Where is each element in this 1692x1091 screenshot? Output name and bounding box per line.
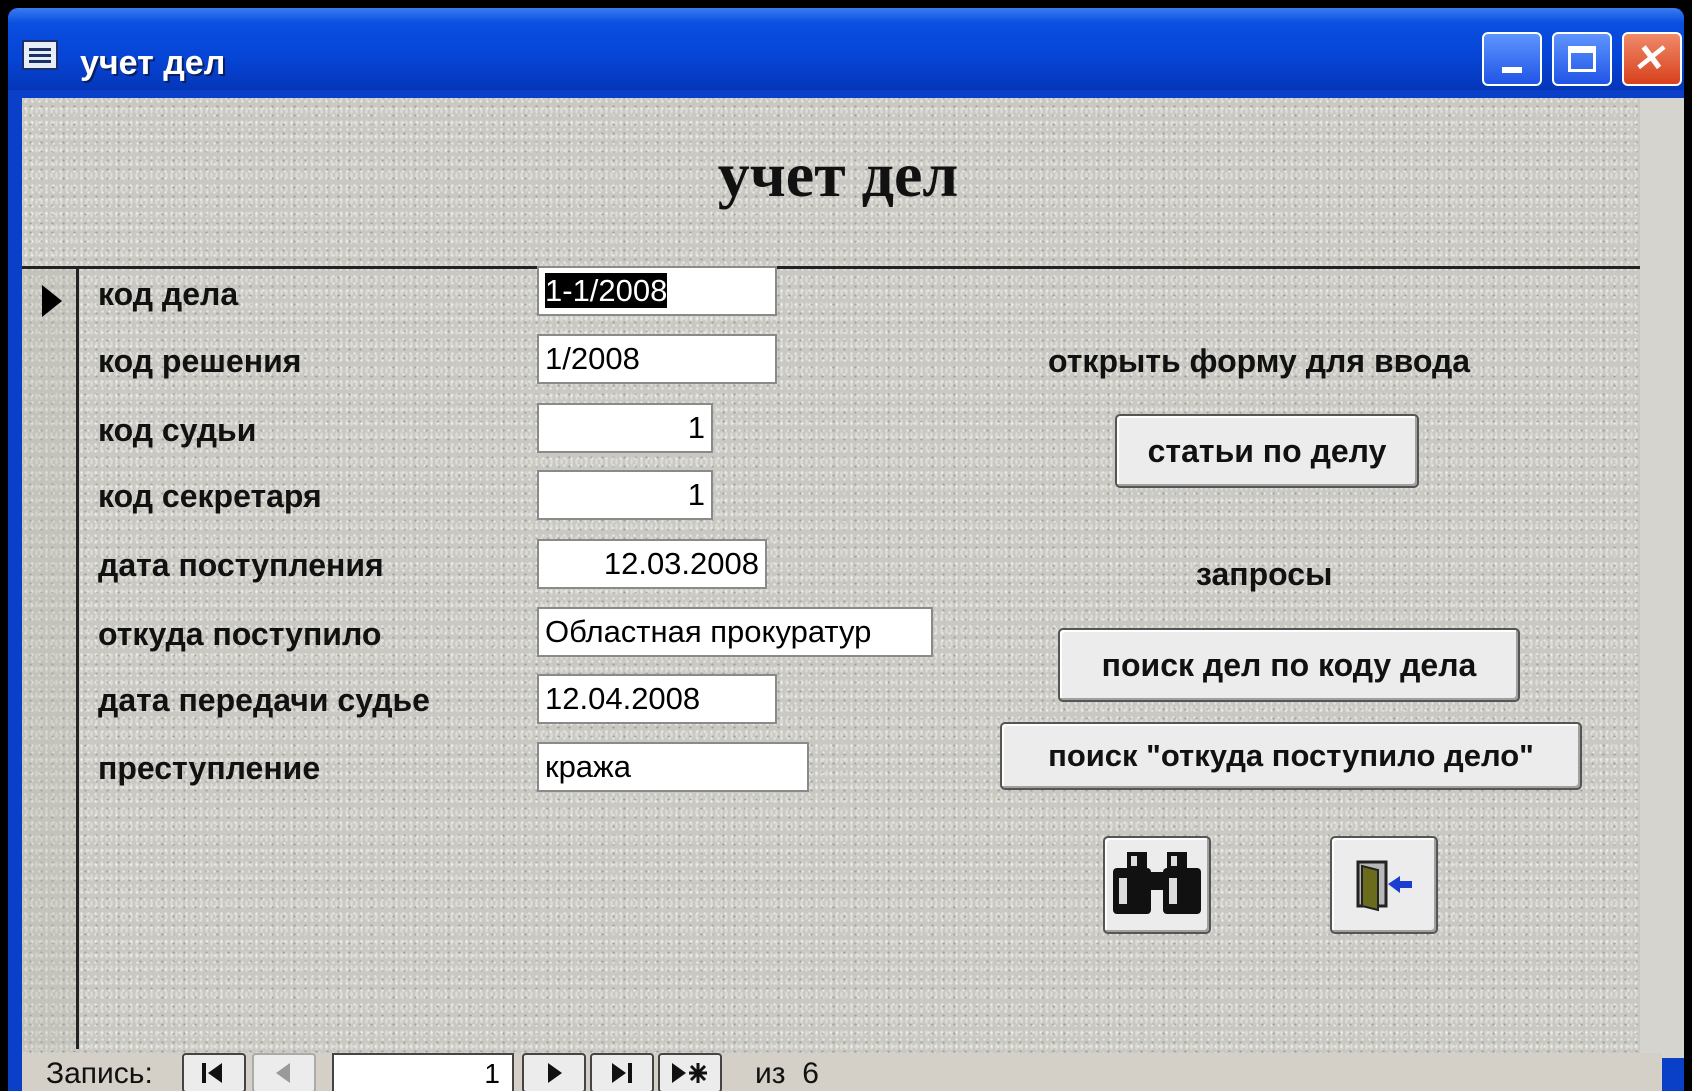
queries-caption: запросы — [1196, 556, 1333, 592]
decision-code-field[interactable]: 1/2008 — [537, 334, 777, 384]
label-source: откуда поступило — [98, 616, 382, 652]
label-case-code: код дела — [98, 276, 239, 312]
last-record-icon — [612, 1063, 632, 1083]
first-record-icon — [202, 1063, 222, 1083]
maximize-icon — [1568, 46, 1596, 72]
exit-button[interactable] — [1330, 836, 1438, 934]
find-button[interactable] — [1103, 836, 1211, 934]
receipt-date-field[interactable]: 12.03.2008 — [537, 539, 767, 589]
label-decision-code: код решения — [98, 343, 302, 379]
record-count: из 6 — [755, 1057, 819, 1091]
new-record-button[interactable] — [658, 1053, 722, 1091]
current-record-arrow-icon — [42, 285, 62, 317]
search-source-button[interactable]: поиск "откуда поступило дело" — [1000, 722, 1582, 790]
binoculars-icon — [1113, 852, 1201, 914]
last-record-button[interactable] — [590, 1053, 654, 1091]
transfer-date-field[interactable]: 12.04.2008 — [537, 674, 777, 724]
secretary-code-field[interactable]: 1 — [537, 470, 713, 520]
minimize-button[interactable] — [1482, 32, 1542, 86]
maximize-button[interactable] — [1552, 32, 1612, 86]
articles-button[interactable]: статьи по делу — [1115, 414, 1419, 488]
label-crime: преступление — [98, 750, 321, 786]
window-title: учет дел — [80, 44, 226, 82]
form-area: учет дел код дела код решения код судьи … — [22, 98, 1684, 1091]
form-margin — [1640, 98, 1684, 1058]
next-record-icon — [548, 1063, 562, 1083]
first-record-button[interactable] — [182, 1053, 246, 1091]
minimize-icon — [1502, 67, 1522, 73]
of-label: из — [755, 1057, 786, 1090]
search-by-code-button[interactable]: поиск дел по коду дела — [1058, 628, 1520, 702]
current-record-field[interactable]: 1 — [332, 1053, 514, 1091]
case-code-field[interactable]: 1-1/2008 — [537, 266, 777, 316]
title-bar[interactable]: учет дел ✕ — [8, 8, 1684, 90]
previous-record-icon — [276, 1063, 290, 1083]
label-transfer-date: дата передачи судье — [98, 682, 430, 718]
case-code-value: 1-1/2008 — [545, 273, 668, 308]
record-selector-bar[interactable] — [22, 269, 79, 1049]
open-form-caption: открыть форму для ввода — [1048, 343, 1471, 379]
record-label: Запись: — [46, 1057, 153, 1090]
source-field[interactable]: Областная прокуратур — [537, 607, 933, 657]
previous-record-button[interactable] — [252, 1053, 316, 1091]
label-secretary-code: код секретаря — [98, 478, 322, 514]
exit-door-icon — [1356, 860, 1412, 912]
header-divider — [22, 266, 1640, 269]
label-receipt-date: дата поступления — [98, 547, 384, 583]
new-record-icon — [672, 1063, 707, 1083]
crime-field[interactable]: кража — [537, 742, 809, 792]
close-icon: ✕ — [1632, 38, 1664, 80]
total-records: 6 — [802, 1057, 819, 1090]
next-record-button[interactable] — [522, 1053, 586, 1091]
form-title: учет дел — [717, 139, 959, 210]
judge-code-field[interactable]: 1 — [537, 403, 713, 453]
form-icon — [22, 40, 58, 70]
record-navigation-bar: Запись: 1 из 6 — [22, 1053, 1662, 1091]
label-judge-code: код судьи — [98, 412, 257, 448]
close-button[interactable]: ✕ — [1622, 32, 1682, 86]
application-window: учет дел ✕ учет дел код дела код решения… — [8, 8, 1684, 1091]
